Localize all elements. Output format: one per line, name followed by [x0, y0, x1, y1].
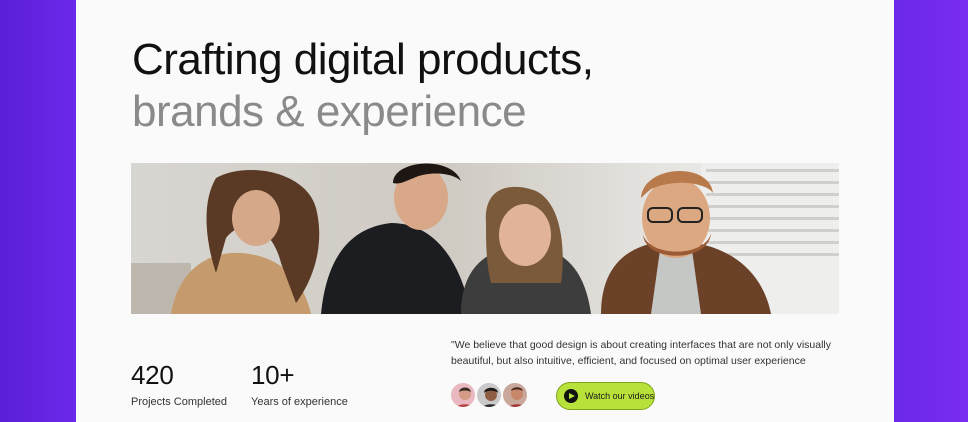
testimonial-quote: "We believe that good design is about cr… — [451, 339, 832, 367]
stat-years-label: Years of experience — [251, 396, 348, 408]
avatar — [475, 381, 503, 409]
team-photo — [131, 163, 839, 314]
stat-projects: 420 Projects Completed — [131, 360, 227, 408]
stat-years-value: 10+ — [251, 360, 295, 390]
avatar — [501, 381, 529, 409]
stat-years: 10+ Years of experience — [251, 360, 348, 408]
hero-headline: Crafting digital products, brands & expe… — [132, 34, 594, 138]
stat-projects-label: Projects Completed — [131, 396, 227, 408]
landing-page-card: Crafting digital products, brands & expe… — [76, 0, 894, 422]
stat-projects-value: 420 — [131, 360, 174, 390]
headline-line-1: Crafting digital products, — [132, 35, 594, 84]
watch-videos-label: Watch our videos — [585, 391, 655, 401]
play-icon — [564, 389, 578, 403]
watch-videos-button[interactable]: Watch our videos — [556, 382, 655, 410]
avatar — [449, 381, 477, 409]
purple-frame-left — [0, 0, 76, 422]
purple-frame-right — [894, 0, 968, 422]
headline-line-2: brands & experience — [132, 87, 527, 136]
